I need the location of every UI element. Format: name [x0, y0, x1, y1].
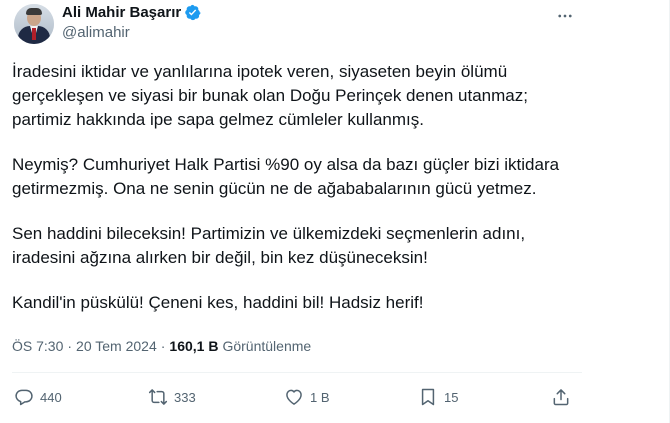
- more-icon[interactable]: [555, 6, 575, 26]
- reply-icon: [15, 389, 33, 406]
- reply-count: 440: [40, 389, 62, 405]
- avatar[interactable]: [14, 4, 54, 44]
- heart-icon: [286, 389, 302, 405]
- tweet-paragraph: İradesini iktidar ve yanlılarına ipotek …: [12, 62, 528, 129]
- meta-separator: ·: [67, 338, 73, 354]
- views-count: 160,1 B: [169, 338, 219, 354]
- tweet-paragraph: Kandil'in püskülü! Çeneni kes, haddini b…: [12, 293, 424, 312]
- verified-badge-icon: [185, 4, 201, 21]
- author-name-row: Ali Mahir Başarır: [62, 4, 201, 21]
- tweet-card: Ali Mahir Başarır @alimahir İradesini ik…: [0, 0, 670, 423]
- like-button[interactable]: 1 B: [284, 383, 330, 411]
- tweet-actions: 440 333 1 B 15: [0, 383, 670, 411]
- retweet-count: 333: [174, 389, 196, 405]
- reply-button[interactable]: 440: [14, 383, 62, 411]
- tweet-paragraph: Sen haddini bileceksin! Partimizin ve ül…: [12, 224, 526, 267]
- tweet-meta: ÖS 7:30 · 20 Tem 2024 · 160,1 B Görüntül…: [12, 338, 311, 354]
- retweet-button[interactable]: 333: [148, 383, 196, 411]
- share-button[interactable]: [551, 383, 571, 411]
- bookmark-icon: [421, 388, 435, 406]
- tweet-paragraph: Neymiş? Cumhuriyet Halk Partisi %90 oy a…: [12, 155, 560, 198]
- divider: [12, 372, 582, 373]
- bookmark-count: 15: [444, 389, 459, 405]
- share-icon: [553, 389, 569, 406]
- tweet-date[interactable]: 20 Tem 2024: [76, 338, 157, 354]
- author-handle[interactable]: @alimahir: [62, 24, 130, 41]
- bookmark-button[interactable]: 15: [418, 383, 458, 411]
- tweet-text: İradesini iktidar ve yanlılarına ipotek …: [12, 60, 572, 336]
- tweet-time[interactable]: ÖS 7:30: [12, 338, 63, 354]
- views-label: Görüntülenme: [222, 338, 312, 354]
- retweet-icon: [148, 389, 168, 405]
- author-display-name[interactable]: Ali Mahir Başarır: [62, 4, 181, 21]
- meta-separator: ·: [160, 338, 166, 354]
- like-count: 1 B: [310, 389, 330, 405]
